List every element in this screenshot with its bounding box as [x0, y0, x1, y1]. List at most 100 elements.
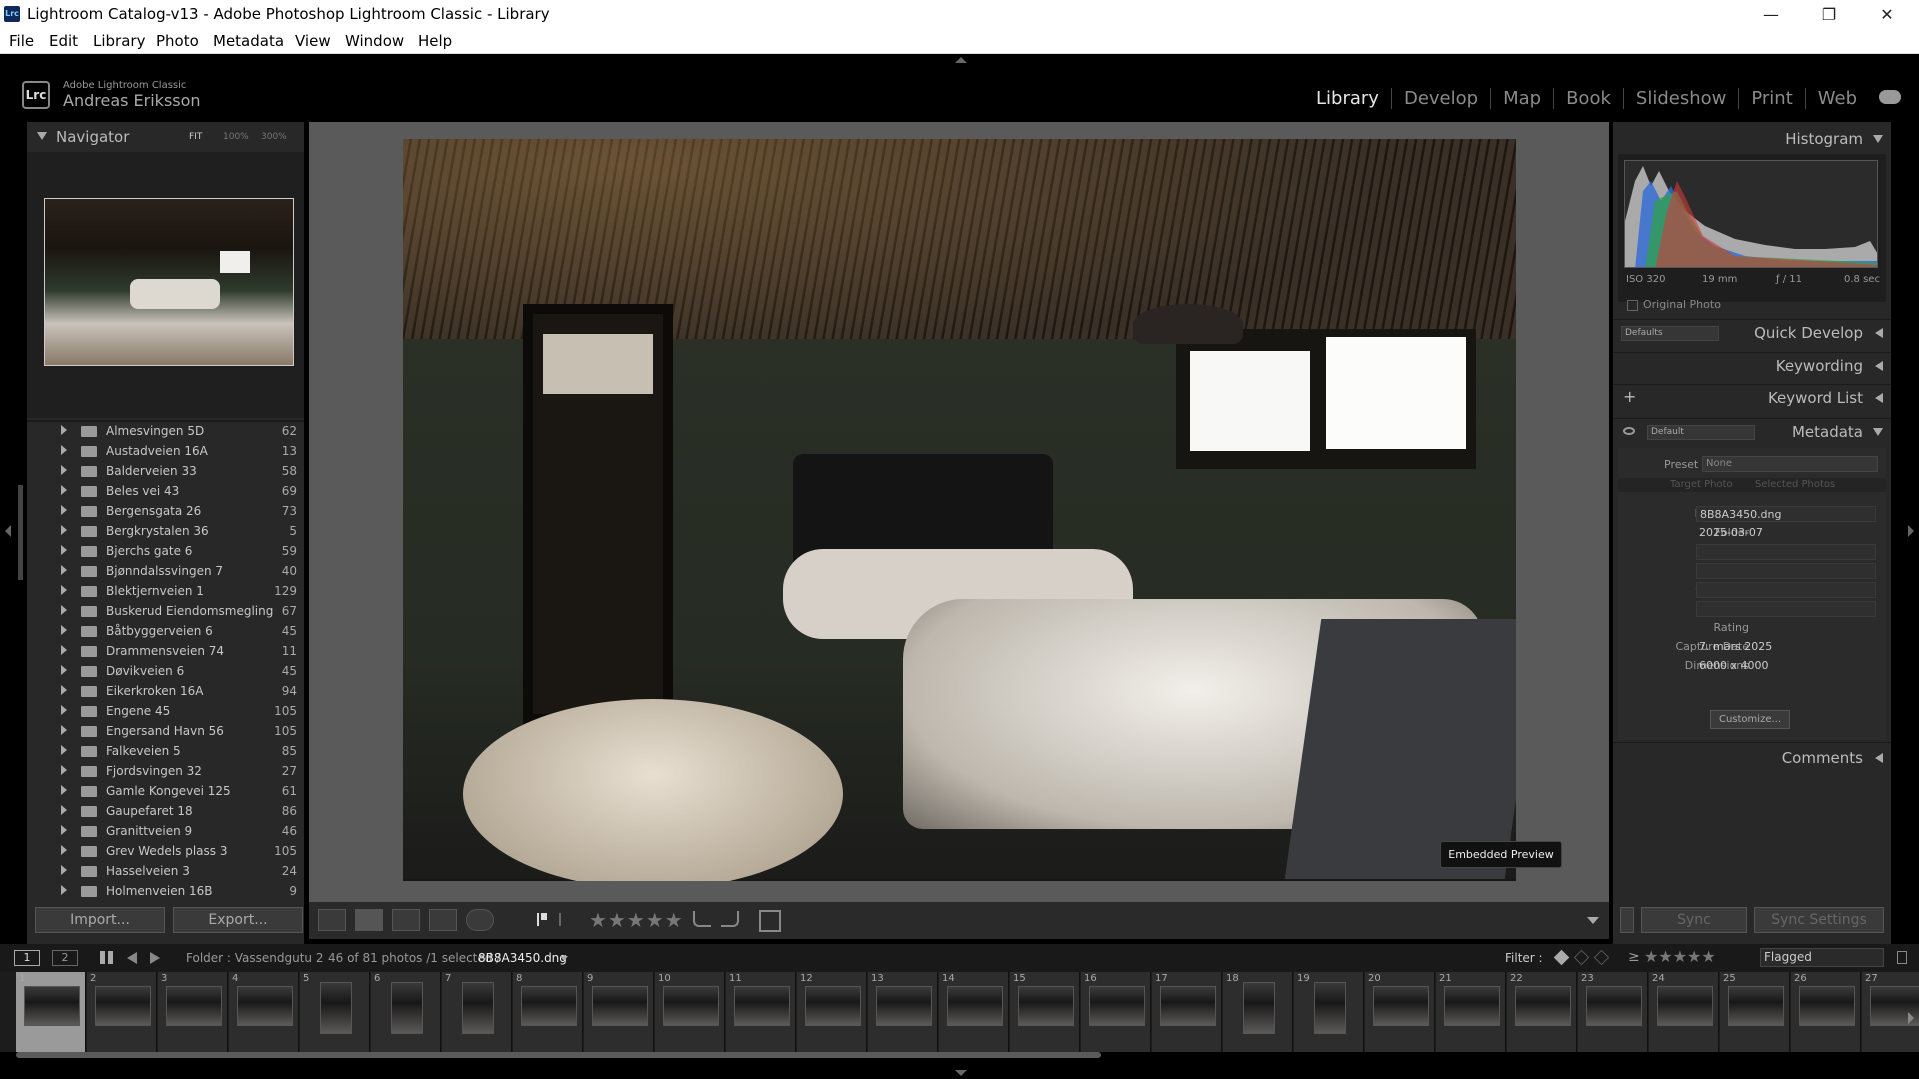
- module-slideshow[interactable]: Slideshow: [1622, 88, 1738, 109]
- bottom-panel-toggle-icon[interactable]: [955, 1070, 967, 1076]
- comments-expand-icon[interactable]: [1875, 753, 1883, 763]
- metadata-value[interactable]: 7. mars 2025: [1696, 639, 1876, 655]
- survey-view-icon[interactable]: [429, 909, 457, 931]
- menu-help[interactable]: Help: [418, 32, 452, 50]
- filmstrip-thumbnail[interactable]: 15: [1010, 972, 1080, 1052]
- expand-triangle-icon[interactable]: [61, 425, 67, 435]
- filmstrip-thumbnail[interactable]: 19: [1294, 972, 1364, 1052]
- keyword-list-expand-icon[interactable]: [1875, 393, 1883, 403]
- keyword-add-icon[interactable]: +: [1623, 387, 1636, 406]
- menu-photo[interactable]: Photo: [156, 32, 199, 50]
- expand-triangle-icon[interactable]: [61, 745, 67, 755]
- source-label[interactable]: Folder : Vassendgutu 2: [186, 951, 323, 965]
- folder-item[interactable]: Gamle Kongevei 125 61: [27, 782, 302, 802]
- folder-item[interactable]: Bjerchs gate 6 59: [27, 542, 302, 562]
- expand-triangle-icon[interactable]: [61, 825, 67, 835]
- folder-item[interactable]: Døvikveien 6 45: [27, 662, 302, 682]
- filename-menu-chevron-down-icon[interactable]: [560, 956, 568, 961]
- top-panel-toggle-icon[interactable]: [955, 57, 967, 63]
- flag-pick-icon[interactable]: [537, 913, 547, 926]
- folder-item[interactable]: Bergkrystalen 36 5: [27, 522, 302, 542]
- secondary-window-button[interactable]: 2: [52, 950, 78, 966]
- expand-triangle-icon[interactable]: [61, 605, 67, 615]
- quick-develop-expand-icon[interactable]: [1875, 328, 1883, 338]
- filter-lock-icon[interactable]: [1897, 951, 1907, 964]
- filmstrip-thumbnail[interactable]: 10: [655, 972, 725, 1052]
- keywording-expand-icon[interactable]: [1875, 361, 1883, 371]
- filmstrip-thumbnail[interactable]: 17: [1152, 972, 1222, 1052]
- expand-triangle-icon[interactable]: [61, 505, 67, 515]
- metadata-value[interactable]: [1696, 601, 1876, 617]
- folder-item[interactable]: Hasselveien 3 24: [27, 862, 302, 882]
- metadata-value[interactable]: [1696, 544, 1876, 560]
- filter-preset-select[interactable]: Flagged: [1760, 948, 1884, 967]
- expand-triangle-icon[interactable]: [61, 785, 67, 795]
- left-scrollbar[interactable]: [18, 485, 23, 580]
- folder-item[interactable]: Fjordsvingen 32 27: [27, 762, 302, 782]
- module-book[interactable]: Book: [1553, 88, 1623, 109]
- menu-view[interactable]: View: [295, 32, 331, 50]
- rating-stars[interactable]: ★★★★★: [589, 908, 684, 932]
- folder-item[interactable]: Båtbyggerveien 6 45: [27, 622, 302, 642]
- folder-item[interactable]: Granittveien 9 46: [27, 822, 302, 842]
- filmstrip-thumbnail[interactable]: 20: [1365, 972, 1435, 1052]
- module-develop[interactable]: Develop: [1390, 88, 1490, 109]
- folder-item[interactable]: Almesvingen 5D 62: [27, 422, 302, 442]
- folder-item[interactable]: Austadveien 16A 13: [27, 442, 302, 462]
- flag-reject-icon[interactable]: [559, 913, 569, 926]
- menu-window[interactable]: Window: [345, 32, 404, 50]
- filmstrip-thumbnail[interactable]: 16: [1081, 972, 1151, 1052]
- expand-triangle-icon[interactable]: [61, 585, 67, 595]
- expand-triangle-icon[interactable]: [61, 645, 67, 655]
- loupe-view-icon[interactable]: [355, 909, 383, 931]
- expand-triangle-icon[interactable]: [61, 705, 67, 715]
- filmstrip-thumbnail[interactable]: 22: [1507, 972, 1577, 1052]
- folder-item[interactable]: Buskerud Eiendomsmegling 67: [27, 602, 302, 622]
- folder-item[interactable]: Engene 45 105: [27, 702, 302, 722]
- forward-arrow-icon[interactable]: [150, 952, 160, 964]
- crop-icon[interactable]: [759, 910, 781, 932]
- filmstrip-thumbnail[interactable]: 14: [939, 972, 1009, 1052]
- main-window-button[interactable]: 1: [14, 950, 40, 966]
- metadata-eye-icon[interactable]: [1623, 427, 1635, 435]
- expand-triangle-icon[interactable]: [61, 685, 67, 695]
- filmstrip-thumbnail[interactable]: 12: [797, 972, 867, 1052]
- right-panel-toggle-icon[interactable]: [1908, 525, 1914, 537]
- sync-toggle-icon[interactable]: [1620, 907, 1634, 933]
- expand-triangle-icon[interactable]: [61, 445, 67, 455]
- filmstrip-thumbnail[interactable]: 13: [868, 972, 938, 1052]
- expand-triangle-icon[interactable]: [61, 765, 67, 775]
- metadata-value[interactable]: [1696, 620, 1876, 636]
- filmstrip-thumbnail[interactable]: 21: [1436, 972, 1506, 1052]
- folder-item[interactable]: Beles vei 43 69: [27, 482, 302, 502]
- expand-triangle-icon[interactable]: [61, 665, 67, 675]
- selected-photos-button[interactable]: Selected Photos: [1755, 479, 1835, 490]
- maximize-button[interactable]: ❐: [1800, 0, 1858, 29]
- filmstrip-thumbnail[interactable]: 25: [1720, 972, 1790, 1052]
- import-button[interactable]: Import...: [35, 907, 165, 933]
- back-arrow-icon[interactable]: [127, 952, 137, 964]
- compare-view-icon[interactable]: [392, 909, 420, 931]
- filmstrip-thumbnail[interactable]: 8: [513, 972, 583, 1052]
- original-photo-checkbox[interactable]: [1627, 300, 1638, 311]
- zoom-fit[interactable]: FIT: [189, 132, 202, 142]
- comments-header[interactable]: Comments: [1613, 742, 1891, 768]
- metadata-preset-dropdown[interactable]: None: [1702, 456, 1878, 472]
- folder-item[interactable]: Bergensgata 26 73: [27, 502, 302, 522]
- filmstrip-thumbnail[interactable]: 6: [371, 972, 441, 1052]
- folder-item[interactable]: Falkeveien 5 85: [27, 742, 302, 762]
- menu-metadata[interactable]: Metadata: [213, 32, 284, 50]
- navigator-header[interactable]: Navigator FIT 100% 300%: [27, 126, 304, 152]
- folder-item[interactable]: Engersand Havn 56 105: [27, 722, 302, 742]
- minimize-button[interactable]: —: [1742, 0, 1800, 29]
- flag-filter-unflagged-icon[interactable]: [1573, 949, 1590, 966]
- module-print[interactable]: Print: [1738, 88, 1804, 109]
- filter-rating-stars[interactable]: ★★★★★: [1644, 947, 1716, 966]
- metadata-value[interactable]: 8B8A3450.dng: [1696, 506, 1876, 522]
- filmstrip-thumbnail[interactable]: 7: [442, 972, 512, 1052]
- target-photo-button[interactable]: Target Photo: [1670, 479, 1733, 490]
- filmstrip-thumbnail[interactable]: 2: [87, 972, 157, 1052]
- filmstrip-thumbnail[interactable]: 3: [158, 972, 228, 1052]
- flag-filter-icon[interactable]: [1553, 949, 1570, 966]
- expand-triangle-icon[interactable]: [61, 725, 67, 735]
